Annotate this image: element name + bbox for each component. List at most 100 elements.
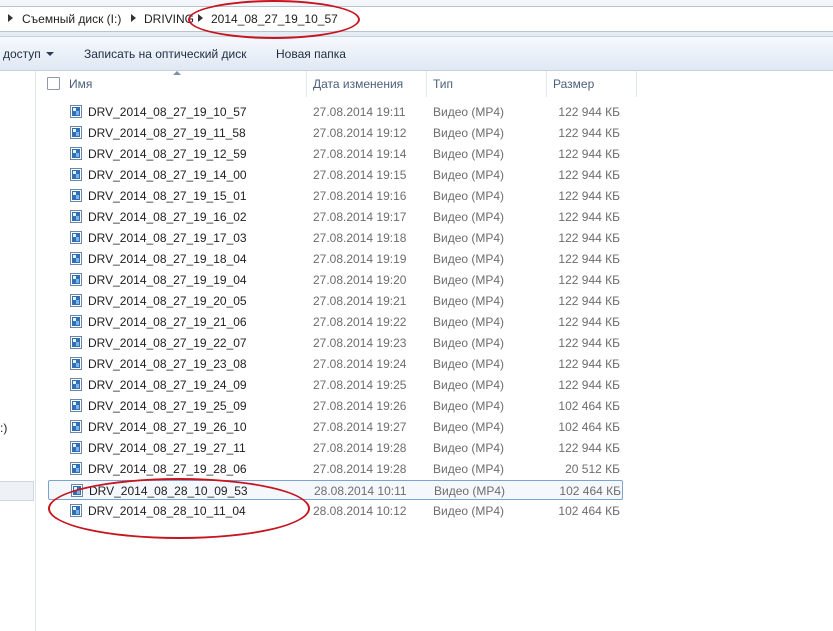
file-name: DRV_2014_08_27_19_14_00 (88, 168, 247, 182)
file-row[interactable]: DRV_2014_08_27_19_12_59 27.08.2014 19:14 В… (48, 144, 623, 164)
file-type: Видео (MP4) (433, 210, 505, 224)
breadcrumb-item-current-folder[interactable]: 2014_08_27_19_10_57 (211, 12, 338, 26)
file-row[interactable]: DRV_2014_08_27_19_24_09 27.08.2014 19:25 В… (48, 375, 623, 395)
burn-to-disc-button[interactable]: Записать на оптический диск (84, 47, 247, 61)
file-row[interactable]: DRV_2014_08_27_19_28_06 27.08.2014 19:28 В… (48, 459, 623, 479)
file-date: 27.08.2014 19:11 (313, 105, 406, 119)
breadcrumb[interactable]: Съемный диск (I:) DRIVING 2014_08_27_19_… (0, 6, 833, 32)
file-date: 27.08.2014 19:24 (313, 357, 407, 371)
breadcrumb-item-drive[interactable]: Съемный диск (I:) (22, 12, 121, 26)
video-file-icon (70, 105, 82, 118)
column-header: Имя Дата изменения Тип Размер (36, 71, 833, 97)
file-date: 27.08.2014 19:18 (313, 231, 407, 245)
file-date: 27.08.2014 19:26 (313, 399, 407, 413)
file-type: Видео (MP4) (433, 315, 505, 329)
file-name: DRV_2014_08_28_10_11_04 (88, 504, 246, 518)
file-name: DRV_2014_08_27_19_24_09 (88, 378, 247, 392)
file-type: Видео (MP4) (433, 105, 505, 119)
nav-item-fragment[interactable]: :) (0, 421, 7, 435)
file-name: DRV_2014_08_27_19_15_01 (88, 189, 247, 203)
file-size: 102 464 КБ (558, 399, 620, 413)
file-row[interactable]: DRV_2014_08_28_10_09_53 28.08.2014 10:11 В… (48, 480, 623, 500)
file-type: Видео (MP4) (433, 399, 505, 413)
file-size: 102 464 КБ (559, 484, 621, 498)
file-size: 122 944 КБ (558, 126, 620, 140)
video-file-icon (70, 126, 82, 139)
file-row[interactable]: DRV_2014_08_27_19_15_01 27.08.2014 19:16 В… (48, 186, 623, 206)
file-size: 122 944 КБ (558, 357, 620, 371)
file-name: DRV_2014_08_27_19_16_02 (88, 210, 247, 224)
column-header-size[interactable]: Размер (547, 71, 637, 97)
file-size: 122 944 КБ (558, 231, 620, 245)
video-file-icon (70, 378, 82, 391)
file-row[interactable]: DRV_2014_08_27_19_11_58 27.08.2014 19:12 В… (48, 123, 623, 143)
file-row[interactable]: DRV_2014_08_27_19_22_07 27.08.2014 19:23 В… (48, 333, 623, 353)
file-size: 122 944 КБ (558, 441, 620, 455)
file-row[interactable]: DRV_2014_08_27_19_16_02 27.08.2014 19:17 В… (48, 207, 623, 227)
file-row[interactable]: DRV_2014_08_27_19_20_05 27.08.2014 19:21 В… (48, 291, 623, 311)
chevron-down-icon (45, 52, 54, 56)
breadcrumb-item-driving[interactable]: DRIVING (144, 12, 194, 26)
video-file-icon (70, 399, 82, 412)
new-folder-button[interactable]: Новая папка (276, 47, 346, 61)
file-type: Видео (MP4) (433, 462, 505, 476)
file-row[interactable]: DRV_2014_08_27_19_19_04 27.08.2014 19:20 В… (48, 270, 623, 290)
chevron-right-icon[interactable] (198, 14, 203, 22)
file-name: DRV_2014_08_27_19_18_04 (88, 252, 247, 266)
file-name: DRV_2014_08_28_10_09_53 (89, 484, 248, 498)
file-date: 27.08.2014 19:27 (313, 420, 407, 434)
file-size: 102 464 КБ (558, 420, 620, 434)
file-row[interactable]: DRV_2014_08_27_19_27_11 27.08.2014 19:28 В… (48, 438, 623, 458)
file-date: 28.08.2014 10:12 (313, 504, 407, 518)
file-row[interactable]: DRV_2014_08_27_19_26_10 27.08.2014 19:27 В… (48, 417, 623, 437)
file-type: Видео (MP4) (434, 484, 506, 498)
file-size: 122 944 КБ (558, 147, 620, 161)
file-type: Видео (MP4) (433, 441, 505, 455)
file-date: 27.08.2014 19:16 (313, 189, 407, 203)
file-size: 122 944 КБ (558, 168, 620, 182)
file-row[interactable]: DRV_2014_08_27_19_10_57 27.08.2014 19:11 В… (48, 102, 623, 122)
file-row[interactable]: DRV_2014_08_27_19_21_06 27.08.2014 19:22 В… (48, 312, 623, 332)
nav-item-selected[interactable] (0, 481, 34, 501)
column-header-type[interactable]: Тип (427, 71, 547, 97)
share-label: доступ (3, 47, 41, 61)
share-menu-button[interactable]: доступ (3, 47, 54, 61)
file-type: Видео (MP4) (433, 231, 505, 245)
video-file-icon (70, 462, 82, 475)
file-size: 122 944 КБ (558, 294, 620, 308)
file-row[interactable]: DRV_2014_08_27_19_14_00 27.08.2014 19:15 В… (48, 165, 623, 185)
file-row[interactable]: DRV_2014_08_27_19_23_08 27.08.2014 19:24 В… (48, 354, 623, 374)
video-file-icon (70, 252, 82, 265)
file-type: Видео (MP4) (433, 252, 505, 266)
file-name: DRV_2014_08_27_19_12_59 (88, 147, 247, 161)
file-name: DRV_2014_08_27_19_19_04 (88, 273, 247, 287)
file-size: 122 944 КБ (558, 189, 620, 203)
video-file-icon (70, 210, 82, 223)
file-date: 27.08.2014 19:19 (313, 252, 407, 266)
command-bar: доступ Записать на оптический диск Новая… (0, 37, 833, 71)
chevron-right-icon[interactable] (131, 14, 136, 22)
file-name: DRV_2014_08_27_19_22_07 (88, 336, 247, 350)
file-row[interactable]: DRV_2014_08_27_19_25_09 27.08.2014 19:26 В… (48, 396, 623, 416)
file-type: Видео (MP4) (433, 378, 505, 392)
file-row[interactable]: DRV_2014_08_27_19_18_04 27.08.2014 19:19 В… (48, 249, 623, 269)
file-name: DRV_2014_08_27_19_11_58 (88, 126, 246, 140)
file-row[interactable]: DRV_2014_08_28_10_11_04 28.08.2014 10:12 В… (48, 501, 623, 521)
file-type: Видео (MP4) (433, 504, 505, 518)
file-date: 27.08.2014 19:22 (313, 315, 407, 329)
column-header-name[interactable]: Имя (63, 71, 307, 97)
file-date: 27.08.2014 19:21 (313, 294, 407, 308)
file-row[interactable]: DRV_2014_08_27_19_17_03 27.08.2014 19:18 В… (48, 228, 623, 248)
select-all-checkbox[interactable] (47, 77, 60, 90)
file-name: DRV_2014_08_27_19_10_57 (88, 105, 247, 119)
file-date: 27.08.2014 19:25 (313, 378, 407, 392)
file-date: 27.08.2014 19:14 (313, 147, 407, 161)
file-type: Видео (MP4) (433, 147, 505, 161)
video-file-icon (70, 147, 82, 160)
file-name: DRV_2014_08_27_19_28_06 (88, 462, 247, 476)
video-file-icon (70, 357, 82, 370)
video-file-icon (70, 168, 82, 181)
file-name: DRV_2014_08_27_19_17_03 (88, 231, 247, 245)
column-header-date[interactable]: Дата изменения (307, 71, 427, 97)
chevron-right-icon[interactable] (8, 14, 13, 22)
